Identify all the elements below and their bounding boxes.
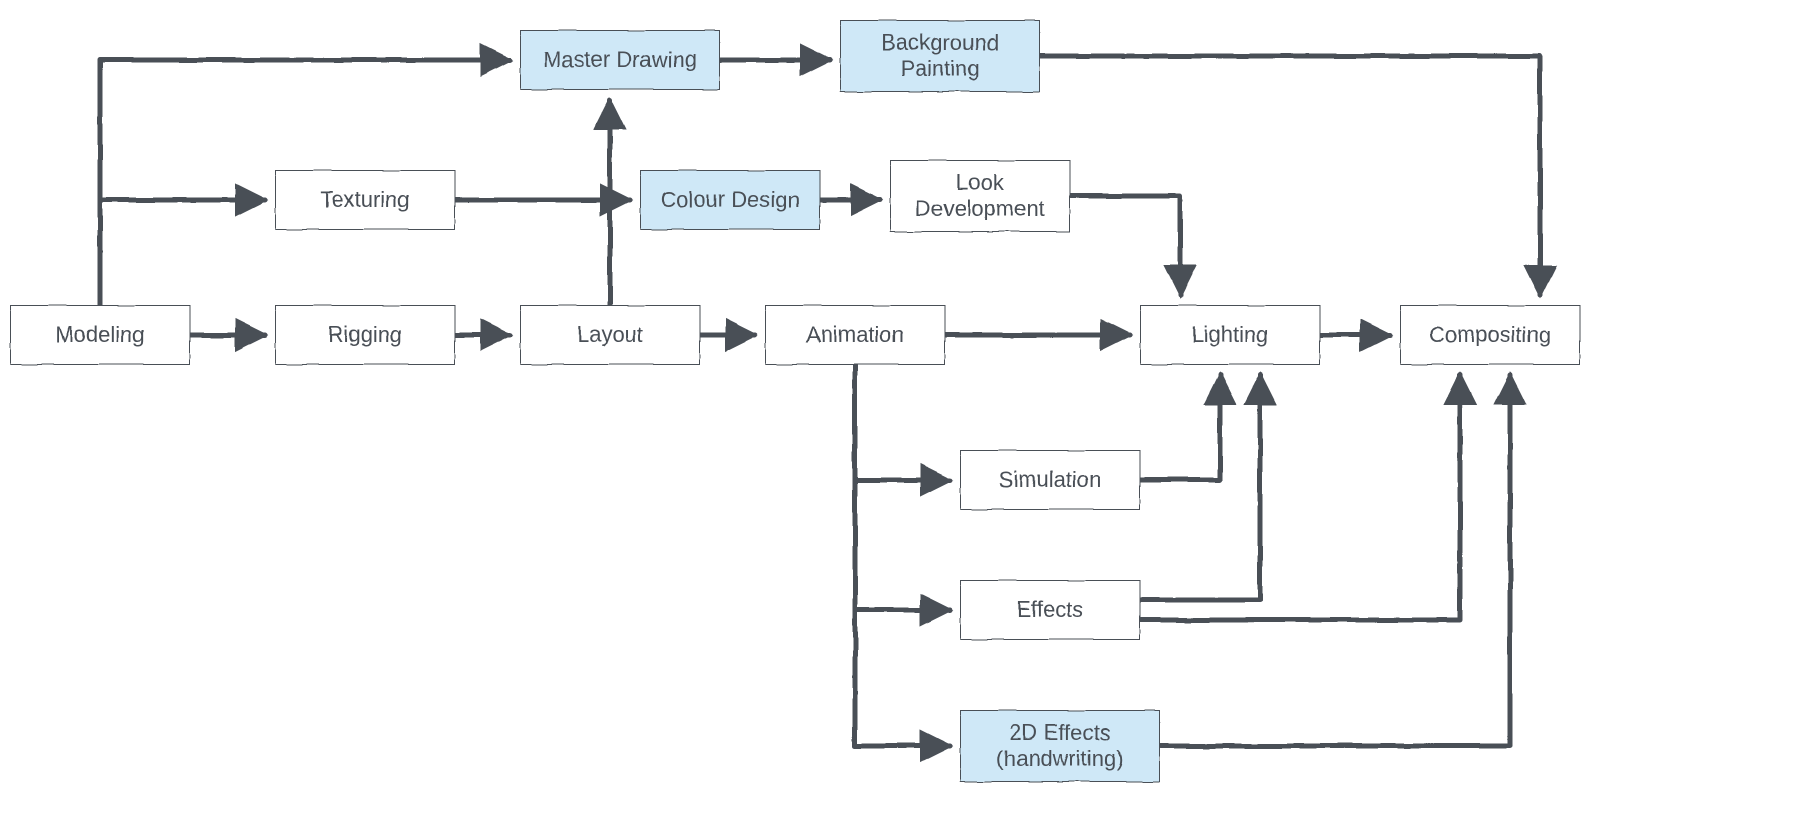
node-label: Simulation	[999, 467, 1102, 493]
node-label: Master Drawing	[543, 47, 697, 73]
edge-bg-painting-to-compositing	[1040, 56, 1540, 295]
edge-effects-to-lighting	[1140, 375, 1260, 600]
node-rigging: Rigging	[275, 305, 455, 365]
node-2d-effects: 2D Effects (handwriting)	[960, 710, 1160, 782]
node-label: Effects	[1017, 597, 1084, 623]
node-label: Lighting	[1191, 322, 1268, 348]
node-label: Rigging	[328, 322, 403, 348]
edge-look-dev-to-lighting	[1070, 196, 1180, 295]
node-layout: Layout	[520, 305, 700, 365]
node-label: 2D Effects (handwriting)	[996, 720, 1123, 773]
node-modeling: Modeling	[10, 305, 190, 365]
node-effects: Effects	[960, 580, 1140, 640]
node-label: Background Painting	[881, 30, 998, 83]
node-compositing: Compositing	[1400, 305, 1580, 365]
node-label: Compositing	[1429, 322, 1551, 348]
node-animation: Animation	[765, 305, 945, 365]
edge-simulation-to-lighting	[1140, 375, 1220, 480]
edges-layer	[0, 0, 1800, 820]
node-label: Colour Design	[660, 187, 799, 213]
node-label: Look Development	[915, 170, 1045, 223]
edge-2d-effects-to-compositing	[1160, 375, 1510, 746]
node-background-painting: Background Painting	[840, 20, 1040, 92]
node-lighting: Lighting	[1140, 305, 1320, 365]
diagram-canvas: Modeling Rigging Layout Animation Lighti…	[0, 0, 1800, 820]
edge-effects-to-compositing	[1140, 375, 1460, 620]
node-label: Layout	[577, 322, 643, 348]
node-texturing: Texturing	[275, 170, 455, 230]
node-label: Modeling	[55, 322, 144, 348]
node-master-drawing: Master Drawing	[520, 30, 720, 90]
node-label: Animation	[806, 322, 904, 348]
node-simulation: Simulation	[960, 450, 1140, 510]
node-colour-design: Colour Design	[640, 170, 820, 230]
edge-modeling-to-texturing	[100, 200, 265, 305]
node-label: Texturing	[320, 187, 409, 213]
node-look-development: Look Development	[890, 160, 1070, 232]
